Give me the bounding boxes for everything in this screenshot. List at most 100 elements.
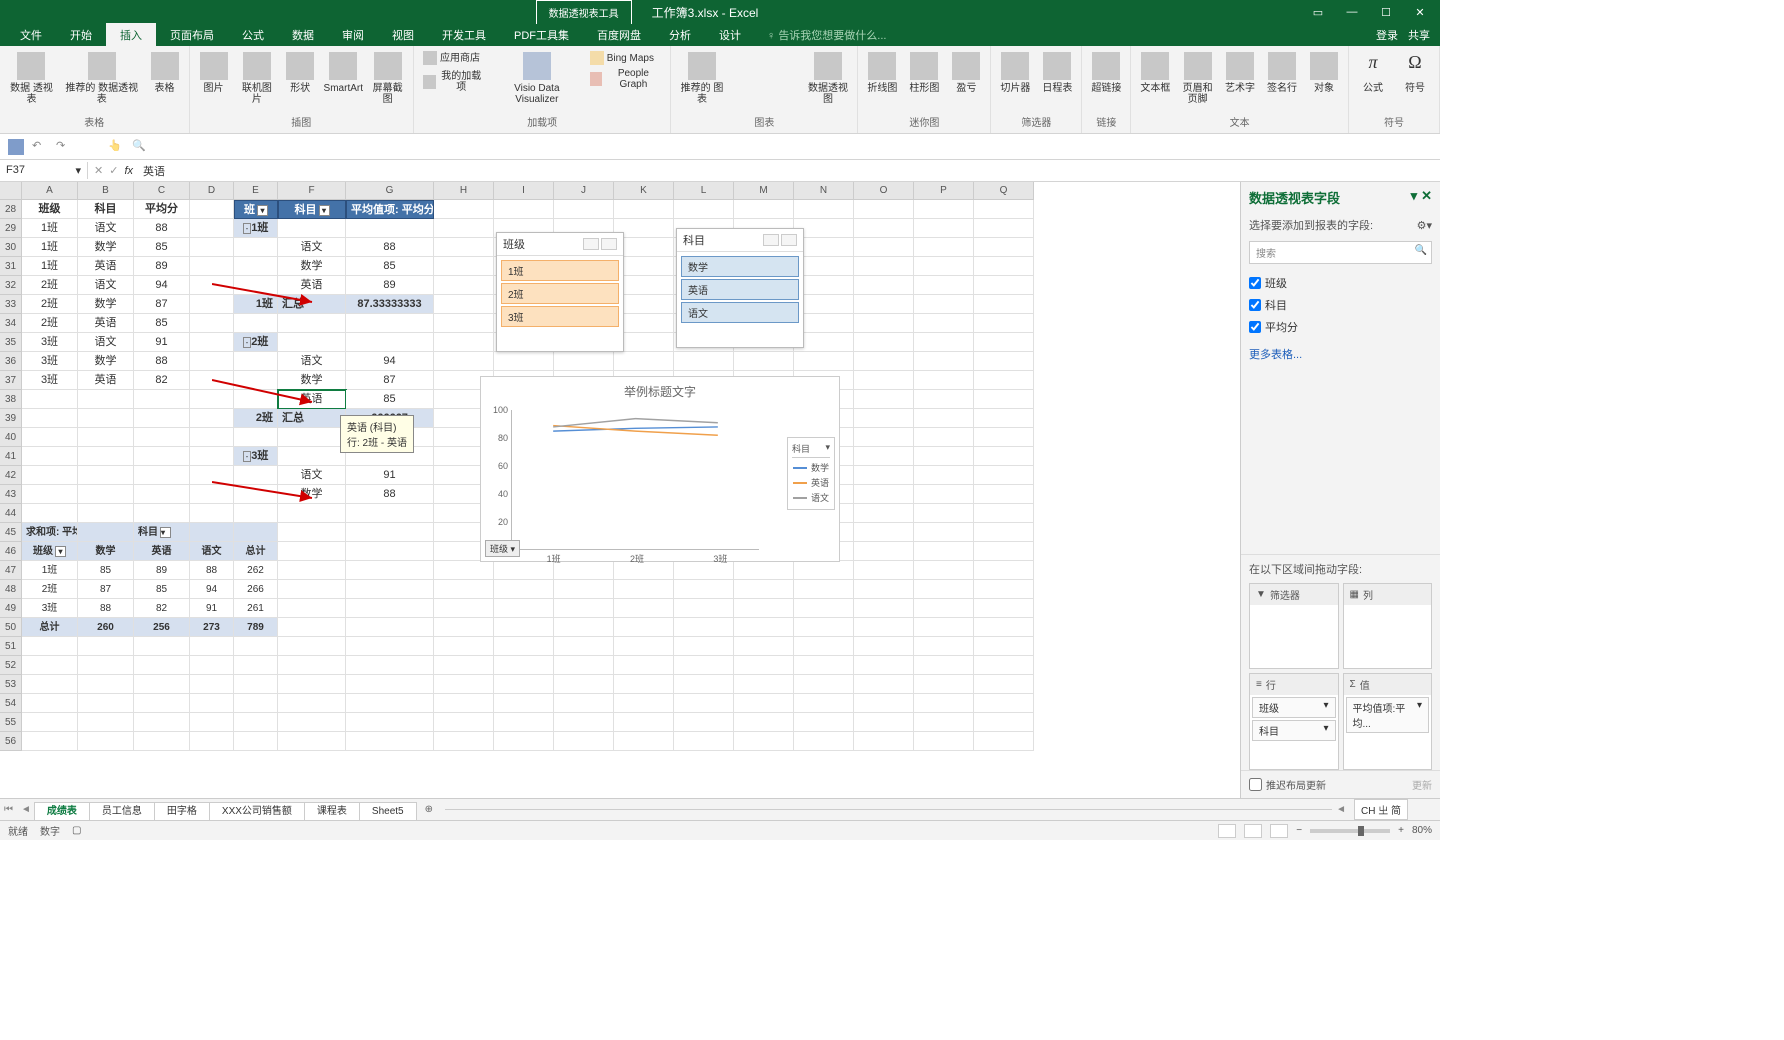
chart-legend[interactable]: 科目▾ 数学英语语文 — [787, 437, 835, 510]
new-sheet-button[interactable]: ⊕ — [417, 804, 441, 815]
update-button[interactable]: 更新 — [1412, 777, 1432, 792]
column-header[interactable]: A — [22, 182, 78, 199]
row-header[interactable]: 52 — [0, 656, 22, 675]
equation-button[interactable]: π公式 — [1355, 50, 1391, 96]
recommended-pivot-button[interactable]: 推荐的 数据透视表 — [63, 50, 141, 107]
worksheet-grid[interactable]: 28班级科目平均分班▾科目▾平均值项: 平均分291班语文88-1班301班数学… — [0, 200, 1240, 798]
slicer-item[interactable]: 3班 — [501, 306, 619, 327]
row-header[interactable]: 29 — [0, 219, 22, 238]
slicer-item[interactable]: 2班 — [501, 283, 619, 304]
row-header[interactable]: 37 — [0, 371, 22, 390]
chart-type-icon[interactable] — [733, 69, 749, 85]
chart-type-icon[interactable] — [756, 50, 772, 66]
chart-type-icon[interactable] — [779, 50, 795, 66]
row-header[interactable]: 34 — [0, 314, 22, 333]
row-header[interactable]: 41 — [0, 447, 22, 466]
sheet-tab[interactable]: 课程表 — [304, 802, 360, 820]
area-item[interactable]: 科目▾ — [1252, 720, 1336, 741]
sheet-tab[interactable]: 田字格 — [154, 802, 210, 820]
tab-view[interactable]: 视图 — [378, 23, 428, 47]
confirm-icon[interactable]: ✓ — [109, 164, 118, 177]
column-header[interactable]: M — [734, 182, 794, 199]
column-header[interactable]: G — [346, 182, 434, 199]
area-item[interactable]: 班级▾ — [1252, 697, 1336, 718]
column-header[interactable]: H — [434, 182, 494, 199]
row-header[interactable]: 47 — [0, 561, 22, 580]
rows-area[interactable]: ≡ 行班级▾科目▾ — [1249, 673, 1339, 770]
cancel-icon[interactable]: ✕ — [94, 164, 103, 177]
column-header[interactable]: P — [914, 182, 974, 199]
zoom-in-button[interactable]: + — [1398, 825, 1404, 836]
zoom-level[interactable]: 80% — [1412, 825, 1432, 836]
screenshot-button[interactable]: 屏幕截图 — [368, 50, 407, 107]
touch-mode-icon[interactable]: 👆 — [108, 139, 124, 155]
row-header[interactable]: 43 — [0, 485, 22, 504]
pivotchart-button[interactable]: 数据透视图 — [805, 50, 852, 107]
normal-view-button[interactable] — [1218, 824, 1236, 838]
people-graph-button[interactable]: People Graph — [587, 67, 665, 91]
row-header[interactable]: 45 — [0, 523, 22, 542]
select-all-button[interactable] — [0, 182, 22, 200]
sparkline-line-button[interactable]: 折线图 — [864, 50, 900, 96]
fx-icon[interactable]: fx — [124, 165, 133, 177]
zoom-slider[interactable] — [1310, 829, 1390, 833]
row-header[interactable]: 54 — [0, 694, 22, 713]
formula-input[interactable]: 英语 — [139, 163, 1434, 179]
symbol-button[interactable]: Ω符号 — [1397, 50, 1433, 96]
redo-icon[interactable]: ↷ — [56, 139, 72, 155]
row-header[interactable]: 53 — [0, 675, 22, 694]
column-header[interactable]: N — [794, 182, 854, 199]
row-header[interactable]: 48 — [0, 580, 22, 599]
tab-developer[interactable]: 开发工具 — [428, 23, 500, 47]
slicer-button[interactable]: 切片器 — [997, 50, 1033, 96]
column-header[interactable]: F — [278, 182, 346, 199]
tab-pdf[interactable]: PDF工具集 — [500, 23, 583, 47]
gear-icon[interactable]: ⚙▾ — [1417, 219, 1432, 232]
tab-data[interactable]: 数据 — [278, 23, 328, 47]
row-header[interactable]: 55 — [0, 713, 22, 732]
name-box[interactable]: F37▾ — [0, 162, 88, 179]
pivottable-button[interactable]: 数据 透视表 — [6, 50, 57, 107]
values-area[interactable]: Σ 值平均值项:平均...▾ — [1343, 673, 1433, 770]
sheet-tab[interactable]: 成绩表 — [34, 802, 90, 822]
page-break-view-button[interactable] — [1270, 824, 1288, 838]
tab-insert[interactable]: 插入 — [106, 23, 156, 47]
pane-dropdown-icon[interactable]: ▾ — [1411, 188, 1418, 207]
row-header[interactable]: 30 — [0, 238, 22, 257]
column-header[interactable]: O — [854, 182, 914, 199]
signature-line-button[interactable]: 签名行 — [1264, 50, 1300, 96]
undo-icon[interactable]: ↶ — [32, 139, 48, 155]
columns-area[interactable]: ▦ 列 — [1343, 583, 1433, 669]
close-pane-icon[interactable]: ✕ — [1421, 188, 1432, 207]
sheet-tab[interactable]: XXX公司销售额 — [209, 802, 305, 820]
row-header[interactable]: 51 — [0, 637, 22, 656]
column-header[interactable]: K — [614, 182, 674, 199]
filters-area[interactable]: ▼ 筛选器 — [1249, 583, 1339, 669]
defer-update-checkbox[interactable] — [1249, 778, 1262, 791]
row-header[interactable]: 46 — [0, 542, 22, 561]
login-link[interactable]: 登录 — [1376, 27, 1398, 43]
row-header[interactable]: 33 — [0, 295, 22, 314]
timeline-button[interactable]: 日程表 — [1039, 50, 1075, 96]
column-header[interactable]: I — [494, 182, 554, 199]
field-checkbox[interactable]: 科目 — [1249, 294, 1432, 316]
hyperlink-button[interactable]: 超链接 — [1088, 50, 1124, 96]
tell-me-prompt[interactable]: ♀ 告诉我您想要做什么... — [767, 27, 886, 43]
tab-formulas[interactable]: 公式 — [228, 23, 278, 47]
wordart-button[interactable]: 艺术字 — [1222, 50, 1258, 96]
chart-type-icon[interactable] — [779, 69, 795, 85]
column-header[interactable]: C — [134, 182, 190, 199]
ribbon-options-icon[interactable]: ▭ — [1306, 2, 1330, 22]
row-header[interactable]: 50 — [0, 618, 22, 637]
object-button[interactable]: 对象 — [1306, 50, 1342, 96]
row-header[interactable]: 40 — [0, 428, 22, 447]
shapes-button[interactable]: 形状 — [282, 50, 318, 96]
smartart-button[interactable]: SmartArt — [324, 50, 362, 96]
row-header[interactable]: 56 — [0, 732, 22, 751]
field-search-input[interactable]: 搜索🔍 — [1249, 241, 1432, 264]
macro-record-icon[interactable]: ▢ — [72, 825, 81, 836]
multiselect-icon[interactable] — [583, 238, 599, 250]
sheet-nav-prev[interactable]: ◄ — [17, 804, 35, 815]
clear-filter-icon[interactable] — [781, 234, 797, 246]
recommended-charts-button[interactable]: 推荐的 图表 — [677, 50, 726, 107]
